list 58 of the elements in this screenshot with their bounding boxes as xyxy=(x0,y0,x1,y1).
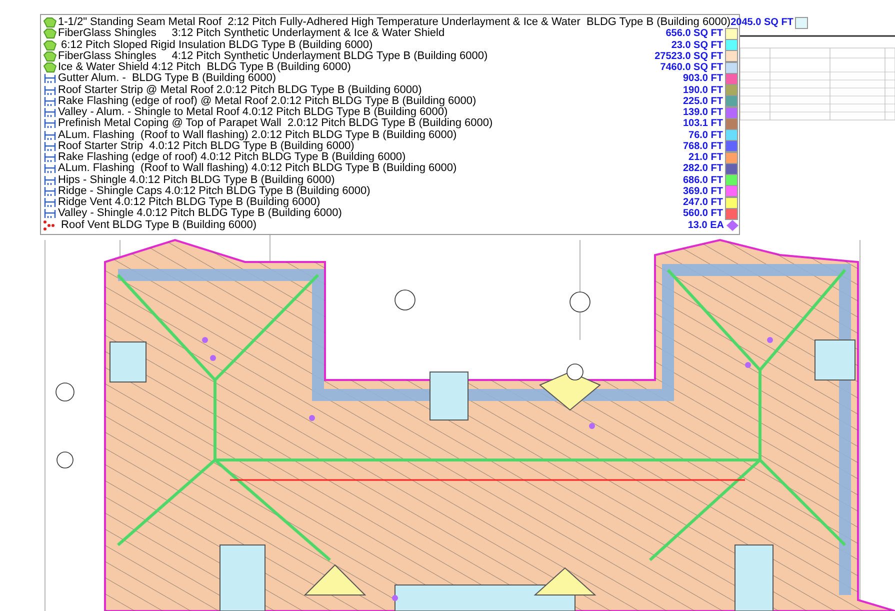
area-shape-icon xyxy=(43,40,57,51)
legend-item-label: ALum. Flashing (Roof to Wall flashing) 4.0:12 Pitch BLDG Type B (Building 6000) xyxy=(58,163,458,174)
area-shape-icon xyxy=(43,28,57,40)
measure-icon xyxy=(43,163,57,174)
measure-icon xyxy=(43,186,57,197)
quantity-value: 369.0 FT xyxy=(682,186,723,197)
quantity-value: 686.0 FT xyxy=(682,174,723,186)
legend-item-label: Valley - Shingle 4.0:12 Pitch BLDG Type B (Building 6000) xyxy=(58,208,343,220)
legend-item-label: Rake Flashing (edge of roof) @ Metal Roof 2.0:12 Pitch BLDG Type B (Building 6000) xyxy=(58,96,478,107)
area-shape-icon xyxy=(43,50,57,62)
legend-item-label: Roof Starter Strip @ Metal Roof 2.0:12 Pitch BLDG Type B (Building 6000) xyxy=(58,84,423,96)
quantity-value: 103.1 FT xyxy=(682,118,723,130)
area-shape-icon xyxy=(43,62,57,74)
measure-icon xyxy=(43,140,57,152)
measure-icon xyxy=(43,208,57,220)
legend-item-label: Ridge - Shingle Caps 4.0:12 Pitch BLDG Type B (Building 6000) xyxy=(58,186,372,197)
legend-item-label: 6:12 Pitch Sloped Rigid Insulation BLDG Type B (Building 6000) xyxy=(60,40,374,51)
measure-icon xyxy=(43,174,57,186)
quantity-value: 23.0 SQ FT xyxy=(671,40,723,51)
quantity-value: 7460.0 SQ FT xyxy=(660,62,723,74)
legend-item-label: FiberGlass Shingles 4:12 Pitch Synthetic Underlayment BLDG Type B (Building 6000) xyxy=(58,50,489,62)
quantity-value: 768.0 FT xyxy=(682,140,723,152)
quantity-value: 21.0 FT xyxy=(688,152,723,164)
measure-icon xyxy=(43,73,57,84)
section-marker-icon xyxy=(56,290,590,468)
measure-icon xyxy=(43,84,57,96)
measure-icon xyxy=(43,96,57,107)
quantity-value: 903.0 FT xyxy=(682,73,723,84)
quantity-value: 190.0 FT xyxy=(682,84,723,96)
legend-item-label: Roof Vent BLDG Type B (Building 6000) xyxy=(60,220,258,231)
legend-item-label: Rake Flashing (edge of roof) 4.0:12 Pitch BLDG Type B (Building 6000) xyxy=(58,152,406,164)
legend-item-label: Ridge Vent 4.0:12 Pitch BLDG Type B (Building 6000) xyxy=(58,197,320,208)
measure-icon xyxy=(43,118,57,130)
legend-item-label: Valley - Alum. - Shingle to Metal Roof 4.0:12 Pitch BLDG Type B (Building 6000) xyxy=(58,107,448,118)
legend-item-label: Roof Starter Strip 4.0:12 Pitch BLDG Type B (Building 6000) xyxy=(58,140,354,152)
quantity-value: 225.0 FT xyxy=(682,96,723,107)
legend-item-label: 1-1/2" Standing Seam Metal Roof 2:12 Pitch Fully-Adhered High Temperature Underlayment & Ice & Water BLDG Type B (Building 6000) xyxy=(58,17,731,28)
quantity-value: 13.0 EA xyxy=(688,220,724,231)
quantity-value: 560.0 FT xyxy=(682,208,723,220)
measure-icon xyxy=(43,152,57,164)
measure-icon xyxy=(43,130,57,141)
legend-item-label: Hips - Shingle 4.0:12 Pitch BLDG Type B (Building 6000) xyxy=(58,174,336,186)
quantity-value: 139.0 FT xyxy=(682,107,723,118)
measure-icon xyxy=(43,197,57,208)
dots-icon xyxy=(43,220,57,231)
quantity-value: 282.0 FT xyxy=(682,163,723,174)
quantity-value: 76.0 FT xyxy=(688,130,723,141)
quantity-value: 247.0 FT xyxy=(682,197,723,208)
quantity-value: 656.0 SQ FT xyxy=(666,28,723,40)
legend-item-label: Ice & Water Shield 4:12 Pitch BLDG Type B (Building 6000) xyxy=(58,62,352,74)
measure-icon xyxy=(43,107,57,118)
quantity-value: 2045.0 SQ FT xyxy=(730,17,794,28)
quantity-value: 27523.0 SQ FT xyxy=(654,50,723,62)
legend-item-label: Gutter Alum. - BLDG Type B (Building 6000) xyxy=(58,73,278,84)
legend-item-label: Prefinish Metal Coping @ Top of Parapet Wall 2.0:12 Pitch BLDG Type B (Building 6000) xyxy=(58,118,494,130)
area-shape-icon xyxy=(43,17,57,28)
legend-item-label: ALum. Flashing (Roof to Wall flashing) 2.0:12 Pitch BLDG Type B (Building 6000) xyxy=(58,130,458,141)
legend-item-label: FiberGlass Shingles 3:12 Pitch Synthetic Underlayment & Ice & Water Shield xyxy=(58,28,445,40)
